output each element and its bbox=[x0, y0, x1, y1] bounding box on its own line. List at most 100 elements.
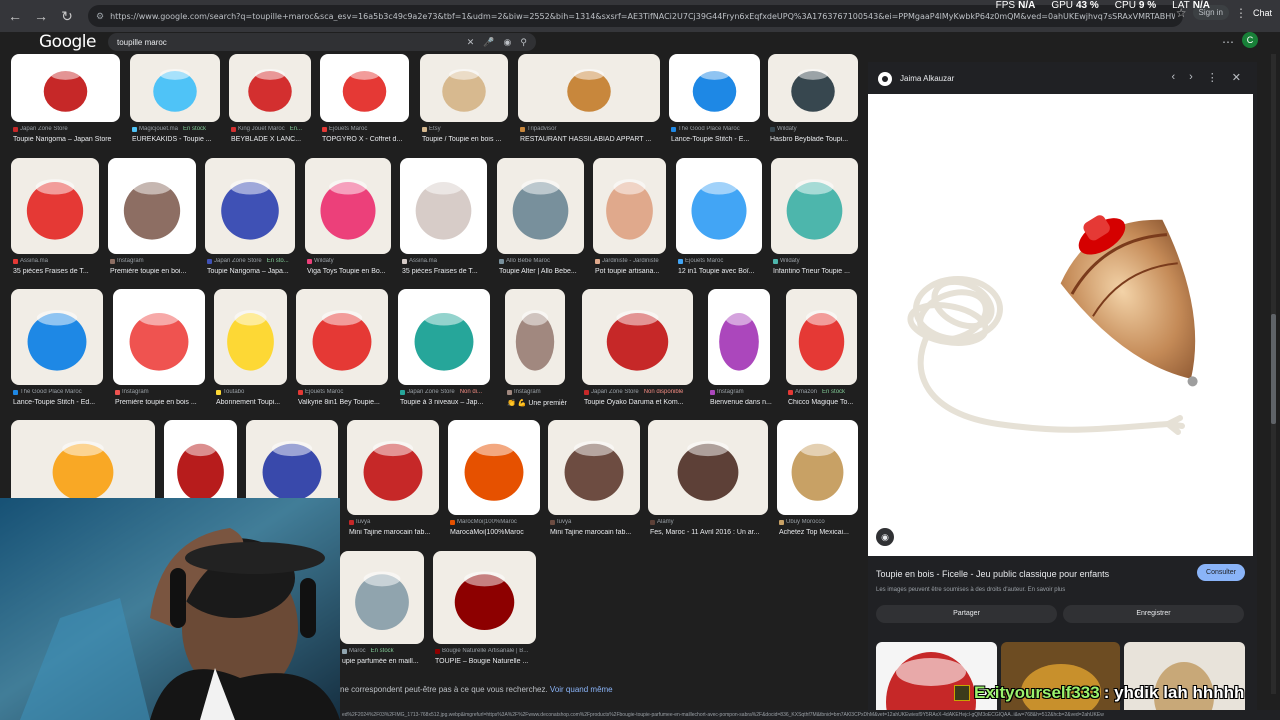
related-image[interactable] bbox=[1124, 642, 1245, 720]
image-result[interactable]: Instagram Première toupie en boi... bbox=[108, 158, 196, 286]
lens-icon[interactable]: ◉ bbox=[504, 37, 512, 48]
image-result[interactable]: Ejouets Maroc TOPGYRO X - Coffret d... bbox=[320, 54, 409, 154]
visual-search-icon[interactable]: ◉ bbox=[876, 528, 894, 546]
result-thumbnail[interactable] bbox=[669, 54, 760, 122]
result-title[interactable]: Valkyrie 8in1 Bey Toupie... bbox=[298, 399, 390, 406]
result-title[interactable]: Achetez Top Mexicai... bbox=[779, 529, 860, 536]
result-title[interactable]: Pot toupie artisana... bbox=[595, 268, 668, 275]
result-source[interactable]: Tripadvisor bbox=[520, 126, 662, 132]
result-source[interactable]: Magicjouet.ma En stock bbox=[132, 126, 222, 132]
result-thumbnail[interactable] bbox=[11, 289, 103, 385]
result-thumbnail[interactable] bbox=[448, 420, 540, 515]
result-thumbnail[interactable] bbox=[347, 420, 439, 515]
result-thumbnail[interactable] bbox=[676, 158, 762, 254]
image-result[interactable]: Assina.ma 35 pièces Fraises de T... bbox=[400, 158, 487, 286]
image-result[interactable]: Ejouets Maroc Valkyrie 8in1 Bey Toupie... bbox=[296, 289, 388, 417]
mic-icon[interactable]: 🎤 bbox=[483, 37, 494, 48]
image-result[interactable]: Bougie Naturelle Artisanale | B... TOUPIE… bbox=[433, 551, 536, 676]
image-result[interactable]: Iuvya Mini Tajine marocain fab... bbox=[347, 420, 439, 547]
clear-icon[interactable]: ✕ bbox=[467, 37, 475, 48]
site-info-icon[interactable]: ⚙ bbox=[96, 11, 104, 22]
image-result[interactable]: Tripadvisor RESTAURANT HASSILABIAD APPART… bbox=[518, 54, 660, 154]
result-title[interactable]: Première toupie en bois ... bbox=[115, 399, 207, 406]
result-source[interactable]: Alamy bbox=[650, 519, 770, 525]
result-title[interactable]: Lance-Toupie Stitch - É... bbox=[671, 136, 762, 143]
preview-title[interactable]: Toupie en bois - Ficelle - Jeu public cl… bbox=[876, 569, 1109, 579]
image-result[interactable]: Iuvya Mini Tajine marocain fab... bbox=[548, 420, 640, 547]
result-title[interactable]: 35 pièces Fraises de T... bbox=[402, 268, 489, 275]
result-thumbnail[interactable] bbox=[548, 420, 640, 515]
result-title[interactable]: Toupie Narigoma – Japan Store bbox=[13, 136, 122, 143]
result-title[interactable]: Toupie Narigoma – Japa... bbox=[207, 268, 297, 275]
result-title[interactable]: Toupie Oyako Daruma et Kom... bbox=[584, 399, 695, 406]
result-title[interactable]: TOPGYRO X - Coffret d... bbox=[322, 136, 411, 143]
result-thumbnail[interactable] bbox=[497, 158, 584, 254]
image-result[interactable]: Jardiniste - Jardiniste Pot toupie artisa… bbox=[593, 158, 666, 286]
image-result[interactable]: King Jouet Maroc En... BEYBLADE X LANC... bbox=[229, 54, 311, 154]
result-source[interactable]: Ubuy Morocco bbox=[779, 519, 860, 525]
result-source[interactable]: Instagram bbox=[507, 389, 567, 395]
visit-button[interactable]: Consulter bbox=[1197, 564, 1245, 581]
preview-image[interactable] bbox=[868, 94, 1253, 556]
result-thumbnail[interactable] bbox=[214, 289, 287, 385]
result-thumbnail[interactable] bbox=[305, 158, 391, 254]
result-source[interactable]: Japan Zone Store En sto... bbox=[207, 258, 297, 264]
result-title[interactable]: Lance-Toupie Stitch - Éd... bbox=[13, 399, 105, 406]
next-icon[interactable]: › bbox=[1189, 71, 1193, 84]
image-result[interactable]: Magicjouet.ma En stock EUREKAKIDS - Toupie… bbox=[130, 54, 220, 154]
result-source[interactable]: Assina.ma bbox=[13, 258, 101, 264]
page-scrollbar[interactable] bbox=[1271, 54, 1276, 694]
result-thumbnail[interactable] bbox=[433, 551, 536, 644]
avatar[interactable]: C bbox=[1242, 32, 1258, 48]
image-result[interactable]: Toutabo Abonnement Toupi... bbox=[214, 289, 287, 417]
result-thumbnail[interactable] bbox=[205, 158, 295, 254]
image-result[interactable]: Ejouets Maroc 12 in1 Toupie avec Boî... bbox=[676, 158, 762, 286]
result-title[interactable]: Toupie à 3 niveaux – Jap... bbox=[400, 399, 492, 406]
forward-icon[interactable]: → bbox=[30, 5, 52, 27]
image-result[interactable]: Maroc En stock upie parfumée en maill... bbox=[340, 551, 424, 676]
result-title[interactable]: 35 pièces Fraises de T... bbox=[13, 268, 101, 275]
result-source[interactable]: Bougie Naturelle Artisanale | B... bbox=[435, 648, 538, 654]
close-icon[interactable]: ✕ bbox=[1232, 71, 1241, 84]
result-thumbnail[interactable] bbox=[108, 158, 196, 254]
result-thumbnail[interactable] bbox=[582, 289, 693, 385]
result-source[interactable]: Maroc En stock bbox=[342, 648, 426, 654]
result-title[interactable]: Abonnement Toupi... bbox=[216, 399, 289, 406]
result-thumbnail[interactable] bbox=[340, 551, 424, 644]
preview-site-name[interactable]: Jaima Alkauzar bbox=[900, 74, 954, 83]
scrollbar-thumb[interactable] bbox=[1271, 314, 1276, 424]
result-title[interactable]: Hasbro Beyblade Toupi... bbox=[770, 136, 860, 143]
result-source[interactable]: Wildaty bbox=[770, 126, 860, 132]
image-result[interactable]: Japan Zone Store En sto... Toupie Narigoma… bbox=[205, 158, 295, 286]
result-source[interactable]: The Good Place Maroc bbox=[13, 389, 105, 395]
result-thumbnail[interactable] bbox=[398, 289, 490, 385]
result-source[interactable]: Etsy bbox=[422, 126, 510, 132]
result-source[interactable]: Wildaty bbox=[307, 258, 393, 264]
image-result[interactable]: Instagram 👏 💪 Une premièr... bbox=[505, 289, 567, 417]
result-title[interactable]: BEYBLADE X LANC... bbox=[231, 136, 313, 143]
result-source[interactable]: Assina.ma bbox=[402, 258, 489, 264]
result-source[interactable]: Japan Zone Store Non di... bbox=[400, 389, 492, 395]
result-thumbnail[interactable] bbox=[113, 289, 205, 385]
search-box[interactable]: toupille maroc ✕ 🎤 ◉ ⚲ bbox=[108, 33, 536, 51]
result-source[interactable]: Allo Bebe Maroc bbox=[499, 258, 586, 264]
result-source[interactable]: Instagram bbox=[115, 389, 207, 395]
image-result[interactable]: Instagram Première toupie en bois ... bbox=[113, 289, 205, 417]
image-result[interactable]: Japan Zone Store Non di... Toupie à 3 nive… bbox=[398, 289, 490, 417]
result-source[interactable]: Jardiniste - Jardiniste bbox=[595, 258, 668, 264]
result-source[interactable]: The Good Place Maroc bbox=[671, 126, 762, 132]
result-title[interactable]: EUREKAKIDS - Toupie ... bbox=[132, 136, 222, 143]
image-result[interactable]: Amazon En stock Chicco Magique To... bbox=[786, 289, 857, 417]
result-thumbnail[interactable] bbox=[648, 420, 768, 515]
result-thumbnail[interactable] bbox=[400, 158, 487, 254]
result-title[interactable]: TOUPIE – Bougie Naturelle ... bbox=[435, 658, 538, 665]
result-title[interactable]: Viga Toys Toupie en Bo... bbox=[307, 268, 393, 275]
reload-icon[interactable]: ↻ bbox=[56, 5, 78, 27]
result-source[interactable]: Ejouets Maroc bbox=[298, 389, 390, 395]
image-result[interactable]: Wildaty Infantino Trieur Toupie ... bbox=[771, 158, 858, 286]
result-title[interactable]: Bienvenue dans n... bbox=[710, 399, 772, 406]
result-source[interactable]: Instagram bbox=[710, 389, 772, 395]
image-result[interactable]: The Good Place Maroc Lance-Toupie Stitch … bbox=[669, 54, 760, 154]
result-source[interactable]: Instagram bbox=[110, 258, 198, 264]
result-title[interactable]: 12 in1 Toupie avec Boî... bbox=[678, 268, 764, 275]
